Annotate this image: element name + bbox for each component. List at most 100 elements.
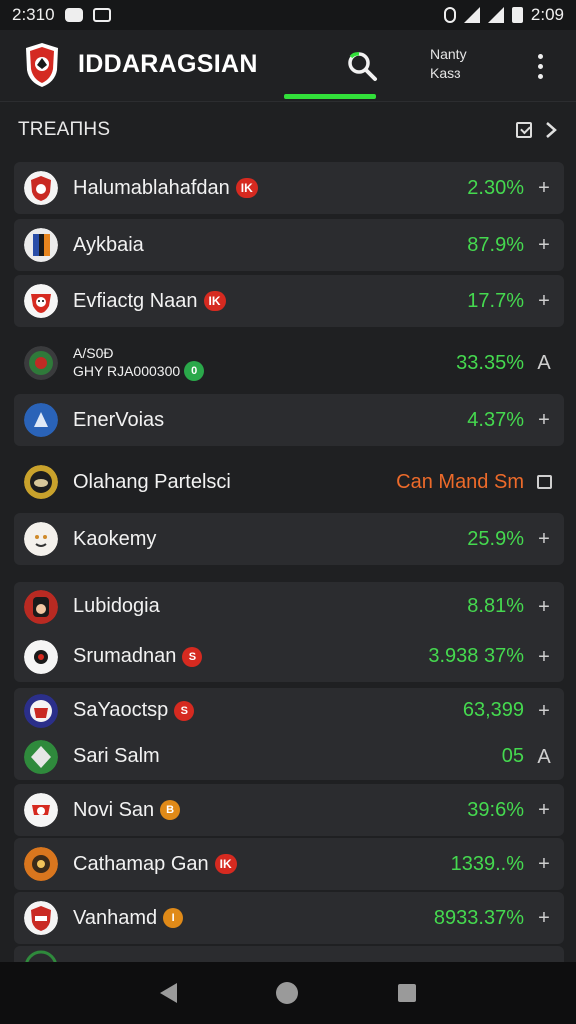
item-value: 1339..% bbox=[450, 852, 524, 875]
team-crest-icon bbox=[24, 346, 58, 380]
list-item[interactable]: Cathamap Gan IK 1339..% + bbox=[14, 838, 564, 890]
chevron-right-icon[interactable] bbox=[544, 121, 558, 139]
team-crest-icon bbox=[24, 793, 58, 827]
item-name: Cathamap Gan bbox=[73, 852, 209, 875]
item-name: Olahang Partelsci bbox=[73, 470, 231, 493]
add-icon[interactable]: + bbox=[536, 908, 552, 928]
app-title: IDDARAGSIAN bbox=[78, 50, 258, 78]
status-badge: S bbox=[182, 646, 203, 667]
item-value: 63,399 bbox=[462, 699, 524, 721]
item-name: Evfiactg Naan bbox=[73, 289, 198, 312]
list-item[interactable]: EnerVoias 4.37% + bbox=[14, 394, 564, 446]
item-value: Can Mand Sm bbox=[396, 470, 524, 493]
list-item[interactable]: Evfiactg Naan IK 17.7% + bbox=[14, 275, 564, 327]
item-subname: GHY RJA000300 bbox=[73, 363, 181, 379]
item-value: 3.938 37% bbox=[428, 645, 524, 667]
list-group: Lubidogia 8.81% + Srumadnan S 3.938 37% + bbox=[14, 582, 564, 682]
back-icon[interactable] bbox=[159, 983, 177, 1003]
add-icon[interactable]: + bbox=[536, 854, 552, 874]
home-icon[interactable] bbox=[276, 982, 299, 1004]
battery-icon bbox=[511, 7, 523, 23]
item-name: Halumablahafdan bbox=[73, 176, 230, 199]
item-name: A/S0Ð bbox=[73, 345, 114, 361]
add-icon[interactable]: + bbox=[536, 291, 552, 311]
team-crest-icon bbox=[24, 465, 58, 499]
wifi-icon bbox=[463, 7, 480, 23]
item-name: Kaokemy bbox=[73, 527, 157, 550]
recents-icon[interactable] bbox=[398, 984, 417, 1002]
edit-checkbox-icon[interactable] bbox=[516, 122, 532, 138]
add-icon[interactable]: + bbox=[536, 597, 552, 617]
account-name: Nanty bbox=[430, 46, 467, 62]
add-icon[interactable]: + bbox=[536, 410, 552, 430]
team-crest-icon bbox=[24, 590, 58, 624]
alert-icon[interactable]: A bbox=[536, 747, 552, 767]
list-group: SaYaoctsp S 63,399 + Sari Salm 05 A bbox=[14, 688, 564, 780]
club-crest-logo[interactable] bbox=[24, 42, 60, 88]
add-icon[interactable]: + bbox=[536, 701, 552, 721]
status-badge: IK bbox=[203, 291, 226, 311]
status-badge: IK bbox=[235, 178, 258, 198]
list-item[interactable]: Sari Salm 05 A bbox=[14, 734, 564, 780]
item-value: 25.9% bbox=[467, 527, 524, 550]
more-vert-icon bbox=[537, 53, 543, 59]
team-crest-icon bbox=[24, 171, 58, 205]
add-icon[interactable]: + bbox=[536, 235, 552, 255]
list-item[interactable]: Olahang Partelsci Can Mand Sm bbox=[14, 456, 564, 508]
item-name: EnerVoias bbox=[73, 408, 165, 431]
item-name: Srumadnan bbox=[73, 645, 177, 667]
team-crest-icon bbox=[24, 740, 58, 774]
item-value: 33.35% bbox=[456, 351, 524, 374]
search-button[interactable] bbox=[340, 44, 384, 88]
status-badge: S bbox=[174, 700, 195, 721]
add-icon[interactable]: + bbox=[536, 178, 552, 198]
list-item[interactable]: Halumablahafdan IK 2.30% + bbox=[14, 162, 564, 214]
list-item[interactable]: Srumadnan S 3.938 37% + bbox=[14, 632, 564, 682]
list-item[interactable]: Aykbaia 87.9% + bbox=[14, 219, 564, 271]
item-value: 05 bbox=[501, 745, 524, 767]
account-subtitle: Kasɜ bbox=[430, 65, 461, 81]
item-value: 87.9% bbox=[467, 233, 524, 256]
add-icon[interactable]: + bbox=[536, 529, 552, 549]
team-crest-icon bbox=[24, 847, 58, 881]
team-crest-icon bbox=[24, 522, 58, 556]
list-item[interactable]: A/S0Ð GHY RJA000300 0 33.35% A bbox=[14, 334, 564, 392]
status-badge: I bbox=[163, 908, 184, 928]
item-name: Sari Salm bbox=[73, 745, 160, 767]
team-crest-icon bbox=[24, 901, 58, 935]
app-notification-icon bbox=[92, 8, 111, 22]
app-header: IDDARAGSIAN Nanty Kasɜ bbox=[0, 30, 576, 102]
item-name: Vanhamd bbox=[73, 906, 158, 929]
team-crest-icon bbox=[24, 694, 58, 728]
item-value: 17.7% bbox=[467, 289, 524, 312]
list-item[interactable]: Vanhamd I 8933.37% + bbox=[14, 892, 564, 944]
team-crest-icon bbox=[24, 228, 58, 262]
status-time: 2:310 bbox=[12, 5, 55, 24]
search-icon bbox=[348, 52, 377, 81]
item-name: SaYaoctsp bbox=[73, 699, 169, 721]
team-crest-icon bbox=[24, 284, 58, 318]
team-crest-icon bbox=[24, 640, 58, 674]
add-icon[interactable]: + bbox=[536, 800, 552, 820]
status-clock: 2:09 bbox=[530, 5, 564, 24]
list-item[interactable]: Lubidogia 8.81% + bbox=[14, 582, 564, 632]
status-badge: 0 bbox=[184, 361, 205, 381]
list-item[interactable]: SaYaoctsp S 63,399 + bbox=[14, 688, 564, 734]
overflow-menu-button[interactable] bbox=[528, 48, 552, 84]
list-item[interactable]: Novi San B 39:6% + bbox=[14, 784, 564, 836]
item-value: 8933.37% bbox=[433, 906, 524, 929]
checkbox-icon[interactable] bbox=[537, 475, 552, 489]
alert-icon[interactable]: A bbox=[536, 353, 552, 373]
account-switcher[interactable]: Nanty Kasɜ bbox=[430, 45, 467, 83]
item-value: 8.81% bbox=[467, 595, 524, 617]
list-item-partial bbox=[14, 946, 564, 984]
active-tab-indicator bbox=[284, 94, 376, 99]
location-icon bbox=[443, 7, 456, 23]
section-header: TREAΠHS bbox=[0, 104, 576, 156]
add-icon[interactable]: + bbox=[536, 647, 552, 667]
list-item[interactable]: Kaokemy 25.9% + bbox=[14, 513, 564, 565]
item-name: Aykbaia bbox=[73, 233, 144, 256]
team-crest-icon bbox=[24, 403, 58, 437]
status-bar: 2:310 2:09 bbox=[0, 0, 576, 30]
status-badge: IK bbox=[214, 854, 237, 874]
